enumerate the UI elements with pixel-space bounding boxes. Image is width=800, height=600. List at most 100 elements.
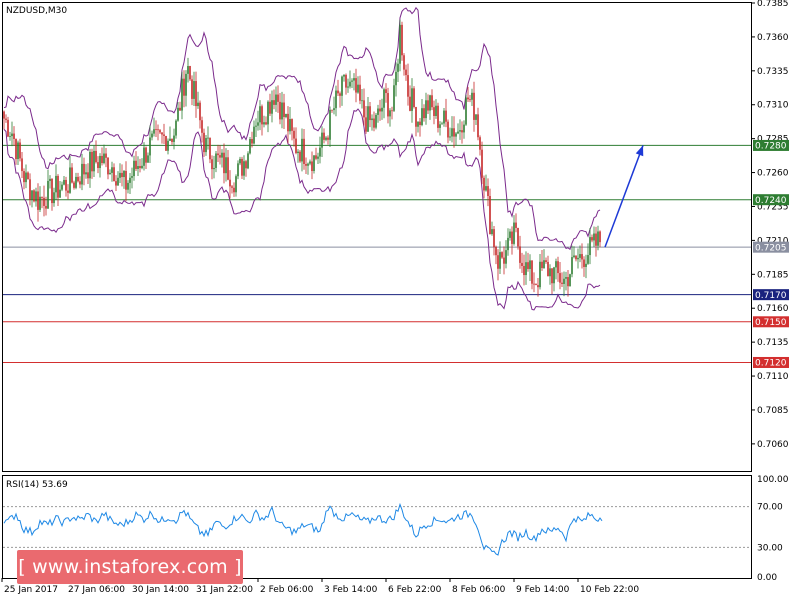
- time-tick-label: 6 Feb 22:00: [388, 585, 442, 595]
- candle-body: [29, 179, 31, 200]
- candle-body: [197, 102, 199, 107]
- candle-body: [553, 267, 555, 284]
- candle-body: [187, 66, 189, 74]
- candle-body: [215, 153, 217, 168]
- candle-body: [315, 155, 317, 159]
- candle-body: [271, 100, 273, 114]
- candle-body: [163, 134, 165, 136]
- candle-body: [133, 160, 135, 177]
- candle-body: [365, 117, 367, 132]
- price-axis: 0.73850.73600.73350.73100.72850.72600.72…: [751, 0, 789, 450]
- candle-body: [493, 229, 495, 247]
- candle-body: [243, 161, 245, 176]
- candle-body: [491, 229, 493, 235]
- candle-body: [599, 231, 601, 243]
- candle-body: [505, 250, 507, 264]
- candle-body: [503, 257, 505, 264]
- candle-body: [185, 73, 187, 96]
- candle-body: [241, 158, 243, 176]
- candle-body: [177, 107, 179, 121]
- candle-body: [181, 78, 183, 111]
- candle-body: [65, 179, 67, 191]
- candle-body: [543, 260, 545, 269]
- candle-body: [141, 165, 143, 169]
- candle-body: [447, 121, 449, 138]
- candle-body: [487, 186, 489, 197]
- candle-body: [183, 78, 185, 96]
- candle-body: [267, 101, 269, 125]
- candle-body: [235, 176, 237, 193]
- candle-body: [575, 255, 577, 260]
- candle-body: [369, 106, 371, 121]
- candle-body: [449, 136, 451, 138]
- time-tick-label: 9 Feb 14:00: [516, 585, 570, 595]
- candle-body: [305, 163, 307, 166]
- candle-body: [443, 110, 445, 124]
- candle-body: [381, 107, 383, 112]
- candle-body: [43, 197, 45, 206]
- candle-body: [431, 95, 433, 108]
- candle-body: [121, 172, 123, 178]
- candle-body: [475, 114, 477, 120]
- candle-body: [595, 233, 597, 246]
- candle-body: [427, 100, 429, 111]
- candle-body: [551, 268, 553, 284]
- candle-body: [297, 151, 299, 154]
- candle-body: [127, 182, 129, 190]
- time-tick-label: 30 Jan 14:00: [132, 585, 189, 595]
- candle-body: [489, 196, 491, 235]
- candle-body: [391, 110, 393, 112]
- candle-body: [217, 153, 219, 156]
- candle-body: [377, 108, 379, 115]
- candle-body: [159, 130, 161, 133]
- candle-body: [59, 189, 61, 198]
- candle-body: [327, 137, 329, 140]
- time-tick-label: 8 Feb 06:00: [452, 585, 506, 595]
- candle-body: [55, 175, 57, 193]
- candle-body: [95, 150, 97, 163]
- candle-body: [261, 106, 263, 125]
- time-tick-label: 10 Feb 22:00: [580, 585, 639, 595]
- candle-body: [289, 119, 291, 132]
- candle-body: [527, 262, 529, 269]
- candle-body: [359, 84, 361, 101]
- candle-body: [75, 176, 77, 188]
- candle-body: [521, 262, 523, 266]
- candle-body: [231, 186, 233, 188]
- level-tag-label: 0.7280: [755, 142, 787, 152]
- candle-body: [565, 277, 567, 279]
- arrow-head: [635, 145, 644, 157]
- candle-body: [173, 135, 175, 142]
- candle-body: [63, 179, 65, 185]
- candle-body: [111, 167, 113, 173]
- candle-body: [195, 81, 197, 107]
- candle-body: [255, 125, 257, 127]
- time-tick-label: 31 Jan 22:00: [196, 585, 253, 595]
- candle-body: [547, 261, 549, 277]
- candle-body: [529, 260, 531, 269]
- candle-body: [223, 152, 225, 174]
- price-tick-label: 0.7110: [757, 372, 789, 382]
- rsi-tick-label: 30.00: [757, 543, 783, 553]
- candle-body: [53, 192, 55, 204]
- candle-body: [71, 167, 73, 183]
- candle-body: [459, 130, 461, 132]
- candle-body: [473, 92, 475, 120]
- candle-body: [109, 172, 111, 175]
- candle-body: [131, 176, 133, 178]
- candle-body: [567, 277, 569, 287]
- candle-body: [411, 88, 413, 111]
- candle-body: [7, 119, 9, 137]
- candle-body: [329, 109, 331, 140]
- candle-body: [419, 121, 421, 126]
- candle-body: [13, 133, 15, 139]
- candle-body: [277, 94, 279, 102]
- level-tag-label: 0.7120: [755, 359, 787, 369]
- candle-body: [499, 252, 501, 269]
- candle-body: [151, 133, 153, 138]
- candle-body: [137, 166, 139, 169]
- candle-body: [403, 55, 405, 70]
- candle-body: [247, 153, 249, 169]
- candle-body: [265, 122, 267, 125]
- candle-body: [361, 100, 363, 102]
